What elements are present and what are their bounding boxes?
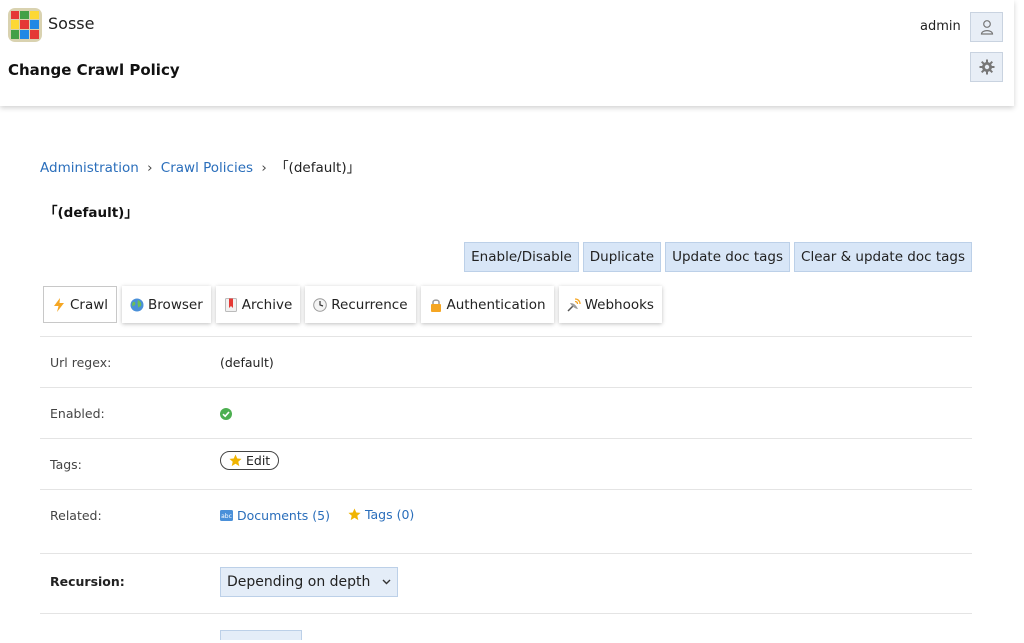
breadcrumb-separator: ›: [261, 160, 267, 176]
settings-button[interactable]: [970, 52, 1003, 82]
policy-heading: 「(default)」: [44, 205, 138, 221]
tab-label: Browser: [148, 296, 203, 313]
abc-icon: abc: [220, 510, 233, 521]
action-buttons: Enable/Disable Duplicate Update doc tags…: [464, 242, 972, 272]
tags-label: Tags:: [50, 457, 82, 472]
tab-browser[interactable]: Browser: [122, 286, 211, 323]
tab-label: Recurrence: [331, 296, 408, 313]
gear-icon: [979, 59, 994, 75]
user-icon: [980, 20, 993, 35]
breadcrumb-separator: ›: [147, 160, 153, 176]
row-tags: Tags: Edit: [40, 438, 972, 489]
update-doc-tags-button[interactable]: Update doc tags: [665, 242, 791, 272]
row-url-regex: Url regex: (default): [40, 336, 972, 387]
svg-text:abc: abc: [221, 513, 232, 520]
clock-icon: [313, 297, 328, 312]
url-regex-label: Url regex:: [50, 355, 112, 370]
chevron-down-icon: [382, 579, 391, 585]
breadcrumb-administration[interactable]: Administration: [40, 160, 139, 176]
sosse-logo[interactable]: [8, 8, 42, 42]
edit-tags-button[interactable]: Edit: [220, 451, 280, 470]
lock-icon: [429, 298, 443, 312]
row-related: Related: abc Documents (5) Tags (0): [40, 489, 972, 553]
page-title: Change Crawl Policy: [8, 61, 180, 79]
next-select[interactable]: [220, 630, 302, 640]
tab-label: Authentication: [446, 296, 546, 313]
tab-archive[interactable]: Archive: [215, 286, 301, 323]
enabled-check-icon: [220, 408, 232, 423]
star-icon: [229, 454, 242, 467]
satellite-icon: [567, 297, 581, 312]
clear-update-doc-tags-button[interactable]: Clear & update doc tags: [794, 242, 972, 272]
bookmark-icon: [224, 297, 238, 312]
recursion-label: Recursion:: [50, 574, 125, 589]
row-enabled: Enabled:: [40, 387, 972, 438]
documents-count: Documents (5): [237, 508, 330, 523]
recursion-select[interactable]: Depending on depth: [220, 567, 399, 597]
row-recursion: Recursion: Depending on depth: [40, 553, 972, 613]
tags-count: Tags (0): [364, 507, 415, 522]
user-menu-button[interactable]: [970, 12, 1003, 42]
tab-label: Webhooks: [584, 296, 654, 313]
tab-recurrence[interactable]: Recurrence: [305, 286, 416, 323]
recursion-selected-value: Depending on depth: [227, 574, 371, 590]
tab-label: Archive: [241, 296, 293, 313]
crawl-form: Url regex: (default) Enabled: Tags: Edit…: [40, 336, 972, 640]
enable-disable-button[interactable]: Enable/Disable: [464, 242, 579, 272]
url-regex-value: (default): [220, 355, 274, 370]
related-label: Related:: [50, 508, 102, 523]
tab-webhooks[interactable]: Webhooks: [558, 286, 662, 323]
app-name[interactable]: Sosse: [48, 14, 94, 33]
globe-icon: [130, 298, 144, 312]
breadcrumb-crawl-policies[interactable]: Crawl Policies: [161, 160, 253, 176]
tab-label: Crawl: [70, 296, 109, 313]
enabled-label: Enabled:: [50, 406, 105, 421]
top-header: Sosse Change Crawl Policy admin: [0, 0, 1014, 106]
breadcrumb-current: 「(default)」: [275, 160, 361, 176]
lightning-icon: [52, 297, 66, 312]
duplicate-button[interactable]: Duplicate: [582, 242, 662, 272]
star-icon: [348, 508, 361, 521]
policy-tabs: Crawl Browser Archive Recurrence Authent…: [43, 286, 662, 323]
related-tags-link[interactable]: Tags (0): [348, 507, 414, 522]
tab-authentication[interactable]: Authentication: [420, 286, 554, 323]
username: admin: [920, 19, 961, 34]
row-next: [40, 613, 972, 640]
related-documents-link[interactable]: abc Documents (5): [220, 508, 330, 523]
breadcrumb: Administration › Crawl Policies › 「(defa…: [40, 156, 360, 176]
tab-crawl[interactable]: Crawl: [43, 286, 118, 323]
edit-label: Edit: [246, 453, 271, 468]
